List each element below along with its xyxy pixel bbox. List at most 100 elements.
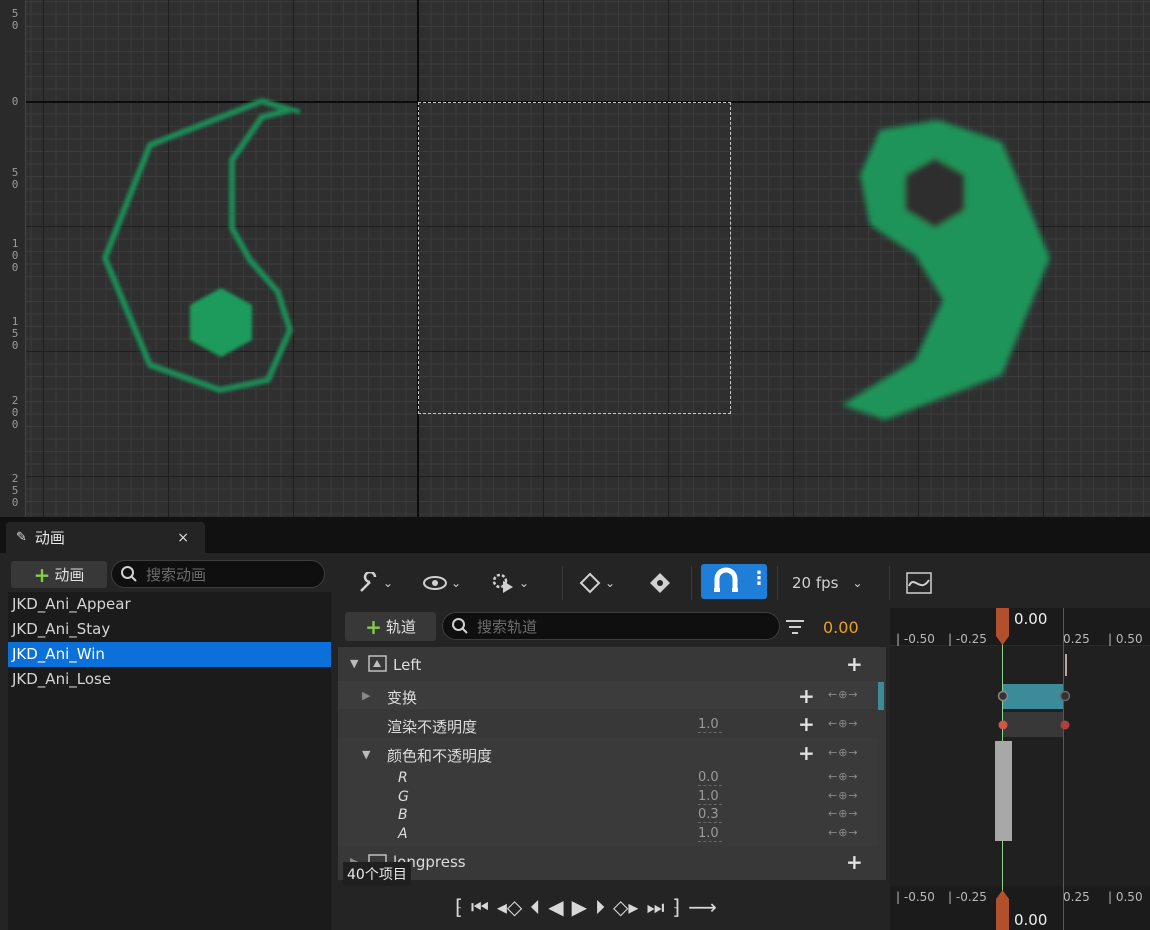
snap-toggle-button[interactable]: ⋮: [701, 564, 768, 599]
track-value[interactable]: 0.3: [698, 807, 722, 823]
ruler-mark: 2 0 0: [11, 394, 19, 431]
track-label[interactable]: 渲染不透明度: [387, 716, 587, 737]
playhead-time-bottom: 0.00: [1014, 911, 1048, 929]
search-icon: [121, 566, 137, 582]
playhead-handle-top[interactable]: [994, 608, 1011, 646]
tab-animations[interactable]: ✎ 动画 ×: [6, 522, 205, 553]
track-value[interactable]: 0.0: [698, 770, 722, 786]
play-reverse-icon[interactable]: ◀: [548, 895, 563, 919]
key-navigation-icon[interactable]: ←⊕→: [828, 688, 859, 701]
key-options-menu[interactable]: ⌄: [579, 568, 615, 598]
playhead-time-top: 0.00: [1014, 610, 1048, 628]
ruler-mark: 5 0: [11, 166, 19, 191]
search-placeholder: 搜索动画: [146, 565, 207, 584]
search-icon: [452, 618, 468, 634]
framerate-dropdown[interactable]: 20 fps ⌄: [792, 568, 863, 598]
list-item[interactable]: JKD_Ani_Stay: [8, 617, 331, 642]
selected-track-indicator: [878, 682, 884, 710]
auto-key-button[interactable]: [648, 568, 672, 598]
list-item[interactable]: JKD_Ani_Appear: [8, 592, 331, 617]
set-end-icon[interactable]: ⁆: [672, 895, 680, 919]
add-key-icon[interactable]: +: [846, 850, 863, 874]
expand-arrow-icon[interactable]: ▶: [362, 689, 370, 702]
end-marker-line[interactable]: [1063, 608, 1064, 930]
step-forward-icon[interactable]: ⏵: [595, 895, 605, 919]
add-key-icon[interactable]: +: [798, 712, 815, 736]
items-count: 40个项目: [343, 862, 411, 886]
list-item-selected[interactable]: JKD_Ani_Win: [8, 642, 331, 667]
key-navigation-icon[interactable]: ←⊕→: [828, 807, 859, 820]
add-animation-button[interactable]: + 动画: [11, 561, 107, 588]
channel-label[interactable]: A: [398, 826, 428, 842]
playback-options-menu[interactable]: ⌄: [491, 568, 529, 598]
search-animations-input[interactable]: 搜索动画: [111, 560, 325, 588]
step-back-icon[interactable]: ⏴: [530, 895, 540, 919]
expand-arrow-icon[interactable]: ▼: [350, 657, 358, 670]
timeline-area[interactable]: | -0.50 | -0.25 0.25 | 0.50 | -0.50 | -0…: [890, 608, 1150, 930]
tick-label: 0.25: [1063, 890, 1090, 904]
tick-label: | 0.50: [1108, 632, 1143, 646]
play-icon[interactable]: ▶: [572, 895, 587, 919]
pin-icon: ✎: [16, 530, 27, 545]
current-time-value[interactable]: 0.00: [823, 618, 859, 637]
tab-title: 动画: [34, 529, 65, 547]
magnet-icon: [714, 567, 738, 592]
track-value[interactable]: 1.0: [698, 717, 722, 733]
close-icon[interactable]: ×: [177, 530, 189, 546]
gear-play-icon: [492, 573, 513, 593]
keyframe-markers: [997, 690, 1071, 730]
key-navigation-icon[interactable]: ←⊕→: [828, 770, 859, 783]
framerate-label: 20 fps: [792, 574, 839, 592]
wrench-icon: [360, 572, 377, 592]
color-section[interactable]: [995, 741, 1012, 841]
expand-arrow-icon[interactable]: ▼: [362, 748, 370, 761]
diamond-icon: [579, 572, 601, 594]
jump-to-end-icon[interactable]: ⏭: [646, 895, 664, 919]
track-value[interactable]: 1.0: [698, 826, 722, 842]
timeline-track-area: [890, 646, 1150, 886]
key-navigation-icon[interactable]: ←⊕→: [828, 789, 859, 802]
list-item[interactable]: JKD_Ani_Lose: [8, 667, 331, 692]
channel-label[interactable]: R: [398, 770, 428, 786]
key-diamond-icon: [650, 573, 670, 593]
left-hexagon: [190, 288, 252, 357]
chevron-down-icon: ⌄: [852, 576, 863, 590]
next-key-icon[interactable]: ◇▸: [613, 895, 638, 919]
playhead-handle-bottom[interactable]: [994, 890, 1011, 930]
search-tracks-input[interactable]: 搜索轨道: [442, 612, 780, 640]
tick-label: | -0.50: [896, 890, 935, 904]
key-navigation-icon[interactable]: ←⊕→: [828, 746, 859, 759]
previous-key-icon[interactable]: ◂◇: [497, 895, 522, 919]
tools-menu[interactable]: ⌄: [357, 568, 393, 598]
channel-label[interactable]: B: [398, 807, 428, 823]
key-navigation-icon[interactable]: ←⊕→: [828, 717, 859, 730]
add-key-icon[interactable]: +: [798, 741, 815, 765]
loop-icon[interactable]: ⟶: [688, 895, 717, 919]
animation-list: JKD_Ani_Appear JKD_Ani_Stay JKD_Ani_Win …: [8, 592, 331, 930]
chevron-down-icon: ⌄: [605, 576, 616, 590]
key-navigation-icon[interactable]: ←⊕→: [828, 826, 859, 839]
track-label[interactable]: 颜色和不透明度: [387, 745, 587, 766]
set-start-icon[interactable]: ⁅: [455, 895, 463, 919]
chevron-down-icon: ⌄: [519, 576, 530, 590]
track-label[interactable]: Left: [393, 656, 493, 674]
view-options-menu[interactable]: ⌄: [423, 568, 461, 598]
eye-icon: [423, 576, 447, 590]
sequencer-toolbar: ⌄ ⌄ ⌄ ⌄ ⋮ 20 fps ⌄: [337, 556, 1150, 608]
filter-icon[interactable]: [785, 618, 805, 636]
channel-label[interactable]: G: [398, 789, 428, 805]
widget-bounds-selection[interactable]: [418, 102, 731, 414]
more-options-icon[interactable]: ⋮: [750, 568, 768, 589]
track-value[interactable]: 1.0: [698, 789, 722, 805]
add-track-button[interactable]: + 轨道: [345, 612, 436, 641]
toolbar-divider: [691, 566, 692, 600]
jump-to-start-icon[interactable]: ⏮: [471, 895, 489, 919]
designer-viewport[interactable]: 5 0 0 5 0 1 0 0 1 5 0 2 0 0 2 5 0: [0, 0, 1150, 517]
track-label[interactable]: 变换: [387, 687, 487, 708]
playback-controls: ⁅ ⏮ ◂◇ ⏴ ◀ ▶ ⏵ ◇▸ ⏭ ⁆ ⟶: [455, 895, 717, 919]
curve-editor-button[interactable]: [906, 568, 932, 598]
toolbar-divider: [562, 566, 563, 600]
add-key-icon[interactable]: +: [798, 684, 815, 708]
add-key-icon[interactable]: +: [846, 652, 863, 676]
add-animation-label: 动画: [54, 566, 85, 584]
